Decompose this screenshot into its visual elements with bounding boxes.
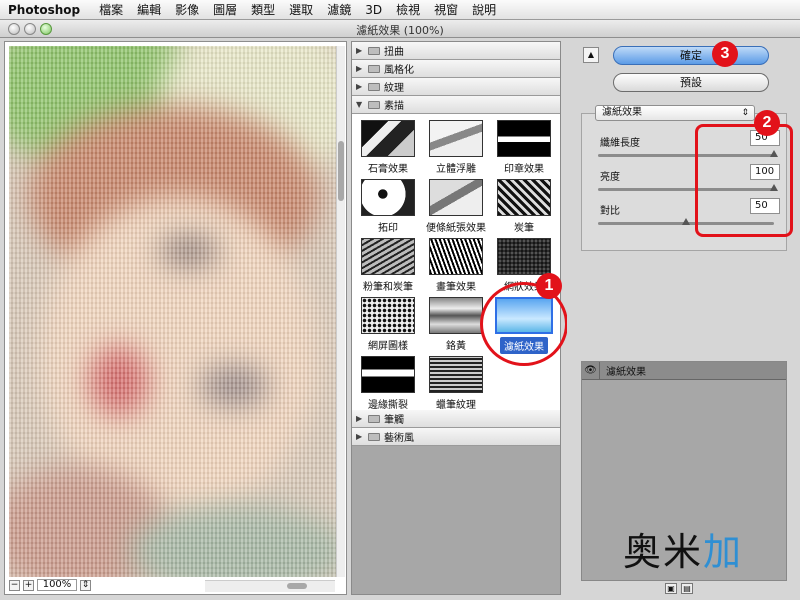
- expand-arrow-icon: ▶: [356, 82, 363, 91]
- category-distort[interactable]: ▶ 扭曲: [352, 42, 560, 60]
- filter-thumb-torn-edges[interactable]: 邊緣撕裂: [354, 354, 422, 413]
- slider-handle[interactable]: [682, 218, 690, 225]
- preview-vertical-scrollbar[interactable]: [336, 46, 345, 577]
- folder-open-icon: [368, 100, 380, 109]
- menu-layer[interactable]: 圖層: [206, 1, 244, 18]
- expand-arrow-icon: ▶: [356, 64, 363, 73]
- window-title: 濾紙效果 (100%): [356, 24, 444, 37]
- menu-image[interactable]: 影像: [168, 1, 206, 18]
- category-artistic[interactable]: ▶ 藝術風: [352, 428, 560, 446]
- filter-thumb-stamp[interactable]: 印章效果: [490, 118, 558, 177]
- category-label: 紋理: [384, 83, 404, 94]
- zoom-in-button[interactable]: +: [23, 579, 34, 591]
- category-sketch[interactable]: ▼ 素描: [352, 96, 560, 114]
- menu-window[interactable]: 視窗: [427, 1, 465, 18]
- category-label: 扭曲: [384, 47, 404, 58]
- category-label: 風格化: [384, 65, 414, 76]
- menu-filter[interactable]: 濾鏡: [320, 1, 358, 18]
- collapse-gallery-button[interactable]: ▲: [583, 47, 599, 63]
- filter-thumb-halftone[interactable]: 網屏圖樣: [354, 295, 422, 354]
- menu-select[interactable]: 選取: [282, 1, 320, 18]
- preview-horizontal-scrollbar[interactable]: [205, 580, 335, 592]
- menu-bar: Photoshop 檔案 編輯 影像 圖層 類型 選取 濾鏡 3D 檢視 視窗 …: [0, 0, 800, 20]
- new-effect-layer-icon[interactable]: ▣: [665, 583, 677, 594]
- category-stylize[interactable]: ▶ 風格化: [352, 60, 560, 78]
- zoom-level-field[interactable]: 100%: [37, 579, 77, 591]
- filter-thumb-chalk-charcoal[interactable]: 粉筆和炭筆: [354, 236, 422, 295]
- zoom-dropdown-icon[interactable]: ⇕: [80, 579, 91, 591]
- folder-icon: [368, 432, 380, 441]
- dropdown-caret-icon: ⇕: [741, 108, 749, 118]
- filter-select[interactable]: 濾紙效果 ⇕: [595, 105, 755, 121]
- window-title-bar: 濾紙效果 (100%): [0, 20, 800, 38]
- effect-layer-row[interactable]: 👁 濾紙效果: [582, 362, 786, 380]
- app-menu[interactable]: Photoshop: [0, 3, 92, 17]
- filter-thumb-note-paper[interactable]: 便條紙張效果: [422, 177, 490, 236]
- filter-thumb-photocopy[interactable]: 拓印: [354, 177, 422, 236]
- default-button[interactable]: 預設: [613, 73, 769, 92]
- expand-arrow-icon: ▶: [356, 414, 363, 423]
- filter-thumb-bas-relief[interactable]: 立體浮雕: [422, 118, 490, 177]
- collapse-arrow-icon: ▼: [356, 100, 363, 109]
- menu-type[interactable]: 類型: [244, 1, 282, 18]
- ok-button[interactable]: 確定: [613, 46, 769, 65]
- preview-image[interactable]: [9, 46, 337, 577]
- callout-box: [695, 124, 793, 237]
- category-texture[interactable]: ▶ 紋理: [352, 78, 560, 96]
- callout-badge-1: 1: [536, 273, 562, 299]
- folder-icon: [368, 46, 380, 55]
- menu-file[interactable]: 檔案: [92, 1, 130, 18]
- filter-thumb-plaster[interactable]: 石膏效果: [354, 118, 422, 177]
- callout-badge-2: 2: [754, 110, 780, 136]
- category-label: 筆觸: [384, 415, 404, 426]
- folder-icon: [368, 414, 380, 423]
- menu-help[interactable]: 說明: [465, 1, 503, 18]
- folder-icon: [368, 64, 380, 73]
- layer-buttons: ▣ ▤: [665, 583, 693, 594]
- filter-thumb-graphic-pen[interactable]: 畫筆效果: [422, 236, 490, 295]
- eye-icon[interactable]: 👁: [582, 362, 600, 379]
- menu-view[interactable]: 檢視: [389, 1, 427, 18]
- zoom-out-button[interactable]: −: [9, 579, 20, 591]
- callout-badge-3: 3: [712, 41, 738, 67]
- filter-thumb-charcoal[interactable]: 炭筆: [490, 177, 558, 236]
- watermark-logo: 奥米加: [623, 530, 744, 574]
- expand-arrow-icon: ▶: [356, 46, 363, 55]
- menu-3d[interactable]: 3D: [358, 3, 389, 17]
- preview-panel: − + 100% ⇕: [4, 41, 347, 595]
- expand-arrow-icon: ▶: [356, 432, 363, 441]
- folder-icon: [368, 82, 380, 91]
- category-label: 藝術風: [384, 433, 414, 444]
- category-label: 素描: [384, 101, 404, 112]
- menu-edit[interactable]: 編輯: [130, 1, 168, 18]
- delete-effect-layer-icon[interactable]: ▤: [681, 583, 693, 594]
- filter-thumb-conte-crayon[interactable]: 蠟筆紋理: [422, 354, 490, 413]
